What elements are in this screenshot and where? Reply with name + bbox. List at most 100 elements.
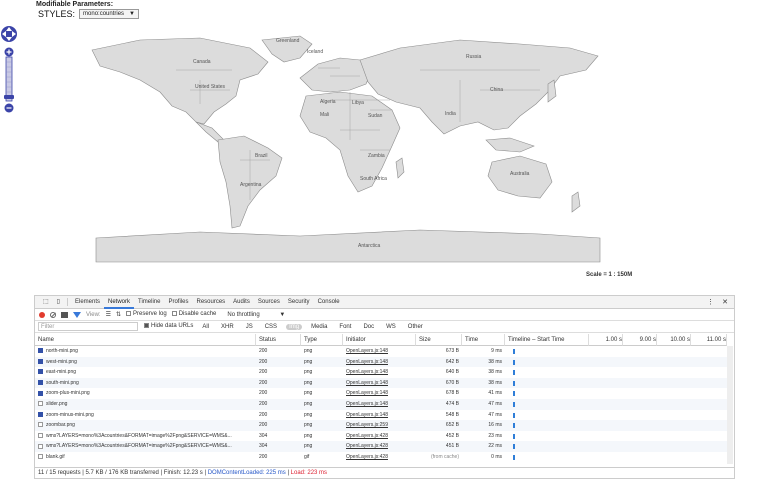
tab-elements[interactable]: Elements [71, 296, 104, 309]
device-mode-icon[interactable]: ▯ [53, 296, 64, 309]
cell-name: north-mini.png [35, 346, 256, 357]
timeline-bar [513, 444, 515, 450]
land-new-zealand [571, 191, 581, 213]
map-label-united-states: United States [195, 84, 226, 90]
tab-sources[interactable]: Sources [254, 296, 284, 309]
cell-initiator[interactable]: OpenLayers.js:148 [343, 388, 416, 399]
tab-audits[interactable]: Audits [229, 296, 254, 309]
cell-initiator[interactable]: OpenLayers.js:148 [343, 357, 416, 368]
cell-type: gif [304, 454, 310, 460]
cell-initiator[interactable]: OpenLayers.js:428 [343, 441, 416, 452]
overview-icon[interactable]: ⇅ [116, 311, 121, 318]
column-header[interactable]: 1.00 s [589, 334, 623, 346]
column-header[interactable]: Name [35, 334, 256, 346]
column-header[interactable]: 10.00 s [657, 334, 691, 346]
pan-zoom-control[interactable] [0, 22, 18, 122]
pan-control[interactable] [1, 26, 17, 42]
type-filter-other[interactable]: Other [405, 324, 426, 330]
column-header[interactable]: Status [256, 334, 301, 346]
map-label-argentina: Argentina [240, 182, 262, 188]
column-header[interactable]: Size [416, 334, 462, 346]
map-viewport[interactable]: Greenland Iceland Russia Canada United State… [0, 22, 770, 290]
table-row[interactable]: wms?LAYERS=mono%3Acountries&FORMAT=image… [35, 441, 727, 452]
tab-security[interactable]: Security [284, 296, 314, 309]
table-row[interactable]: wms?LAYERS=mono%3Acountries&FORMAT=image… [35, 431, 727, 442]
clear-icon[interactable] [50, 311, 56, 318]
timeline-bar [513, 402, 515, 407]
chevron-down-icon: ▼ [129, 11, 135, 17]
zoom-in-button[interactable] [4, 47, 14, 57]
tab-network[interactable]: Network [104, 296, 135, 309]
column-header[interactable]: Timeline – Start Time [505, 334, 589, 346]
tab-profiles[interactable]: Profiles [164, 296, 192, 309]
record-icon[interactable] [39, 311, 45, 318]
type-filter-media[interactable]: Media [308, 324, 330, 330]
cell-initiator[interactable]: OpenLayers.js:148 [343, 346, 416, 357]
table-row[interactable]: north-mini.png 200 png OpenLayers.js:148 673… [35, 346, 727, 357]
cell-initiator[interactable]: OpenLayers.js:148 [343, 367, 416, 378]
cell-initiator[interactable]: OpenLayers.js:428 [343, 431, 416, 442]
throttle-value: No throttling [227, 311, 260, 318]
cell-initiator[interactable]: OpenLayers.js:148 [343, 410, 416, 421]
cell-initiator[interactable]: OpenLayers.js:428 [343, 452, 416, 463]
close-icon[interactable]: ✕ [722, 298, 728, 306]
tab-timeline[interactable]: Timeline [134, 296, 164, 309]
cell-status: 304 [259, 432, 268, 439]
more-icon[interactable]: ⋮ [707, 298, 714, 306]
zoom-slider-track [5, 56, 13, 102]
styles-select[interactable]: mono:countries ▼ [79, 9, 139, 19]
table-row[interactable]: zoom-minus-mini.png 200 png OpenLayers.js:1… [35, 410, 727, 421]
table-row[interactable]: west-mini.png 200 png OpenLayers.js:148 642 … [35, 356, 727, 368]
cell-initiator[interactable]: OpenLayers.js:148 [343, 399, 416, 410]
column-header[interactable]: 11.00 s [691, 334, 727, 346]
table-scrollbar[interactable] [727, 346, 733, 464]
type-filter-css[interactable]: CSS [262, 324, 280, 330]
land-antarctica [95, 229, 601, 263]
column-header[interactable]: Time [462, 334, 505, 346]
list-view-icon[interactable]: ☰ [106, 311, 111, 318]
cell-size: 640 B [445, 369, 459, 376]
column-header[interactable]: 9.00 s [623, 334, 657, 346]
type-filter-ws[interactable]: WS [383, 324, 399, 330]
tab-console[interactable]: Console [314, 296, 344, 309]
inspect-icon[interactable]: ⬚ [39, 296, 53, 309]
table-row[interactable]: south-mini.png 200 png OpenLayers.js:148 670… [35, 377, 727, 389]
table-row[interactable]: slider.png 200 png OpenLayers.js:148 474 B 47… [35, 399, 727, 410]
map-label-australia: Australia [510, 171, 530, 177]
cell-type: png [304, 348, 313, 354]
table-row[interactable]: zoom-plus-mini.png 200 png OpenLayers.js:14… [35, 388, 727, 399]
zoom-slider-handle [4, 95, 14, 99]
scale-line: Scale = 1 : 150M [586, 272, 633, 278]
table-row[interactable]: zoombar.png 200 png OpenLayers.js:259 652 B 1… [35, 420, 727, 431]
cell-initiator[interactable]: OpenLayers.js:148 [343, 378, 416, 389]
throttle-select[interactable]: No throttling ▼ [227, 312, 285, 318]
map-label-brazil: Brazil [255, 153, 268, 159]
filter-input[interactable]: Filter [38, 322, 138, 331]
map-label-mali: Mali [320, 112, 329, 118]
disable-cache-checkbox[interactable]: Disable cache [171, 311, 216, 318]
type-filter-font[interactable]: Font [336, 324, 354, 330]
type-filter-js[interactable]: JS [243, 324, 256, 330]
type-filter-img[interactable]: Img [286, 323, 303, 330]
hide-data-urls-box [144, 323, 149, 329]
table-row[interactable]: east-mini.png 200 png OpenLayers.js:148 640 … [35, 367, 727, 378]
timeline-bar [513, 380, 515, 386]
type-filter-doc[interactable]: Doc [360, 324, 377, 330]
table-row[interactable]: blank.gif 200 gif OpenLayers.js:428 (from ca… [35, 452, 727, 463]
zoom-out-button[interactable] [4, 103, 14, 113]
hide-data-urls-label: Hide data URLs [151, 323, 194, 330]
cell-name-text: slider.png [46, 401, 68, 407]
filter-icon[interactable] [73, 311, 81, 318]
type-filter-xhr[interactable]: XHR [218, 324, 237, 330]
capture-screenshots-icon[interactable] [61, 311, 68, 318]
cell-size: 678 B [445, 390, 459, 397]
map-label-sudan: Sudan [368, 113, 383, 119]
cell-initiator[interactable]: OpenLayers.js:259 [343, 420, 416, 431]
hide-data-urls-checkbox[interactable]: Hide data URLs [144, 323, 194, 330]
preserve-log-label: Preserve log [133, 311, 167, 318]
column-header[interactable]: Type [301, 334, 343, 346]
tab-resources[interactable]: Resources [192, 296, 229, 309]
preserve-log-checkbox[interactable]: Preserve log [126, 311, 167, 318]
type-filter-all[interactable]: All [199, 324, 212, 330]
column-header[interactable]: Initiator [343, 334, 416, 346]
